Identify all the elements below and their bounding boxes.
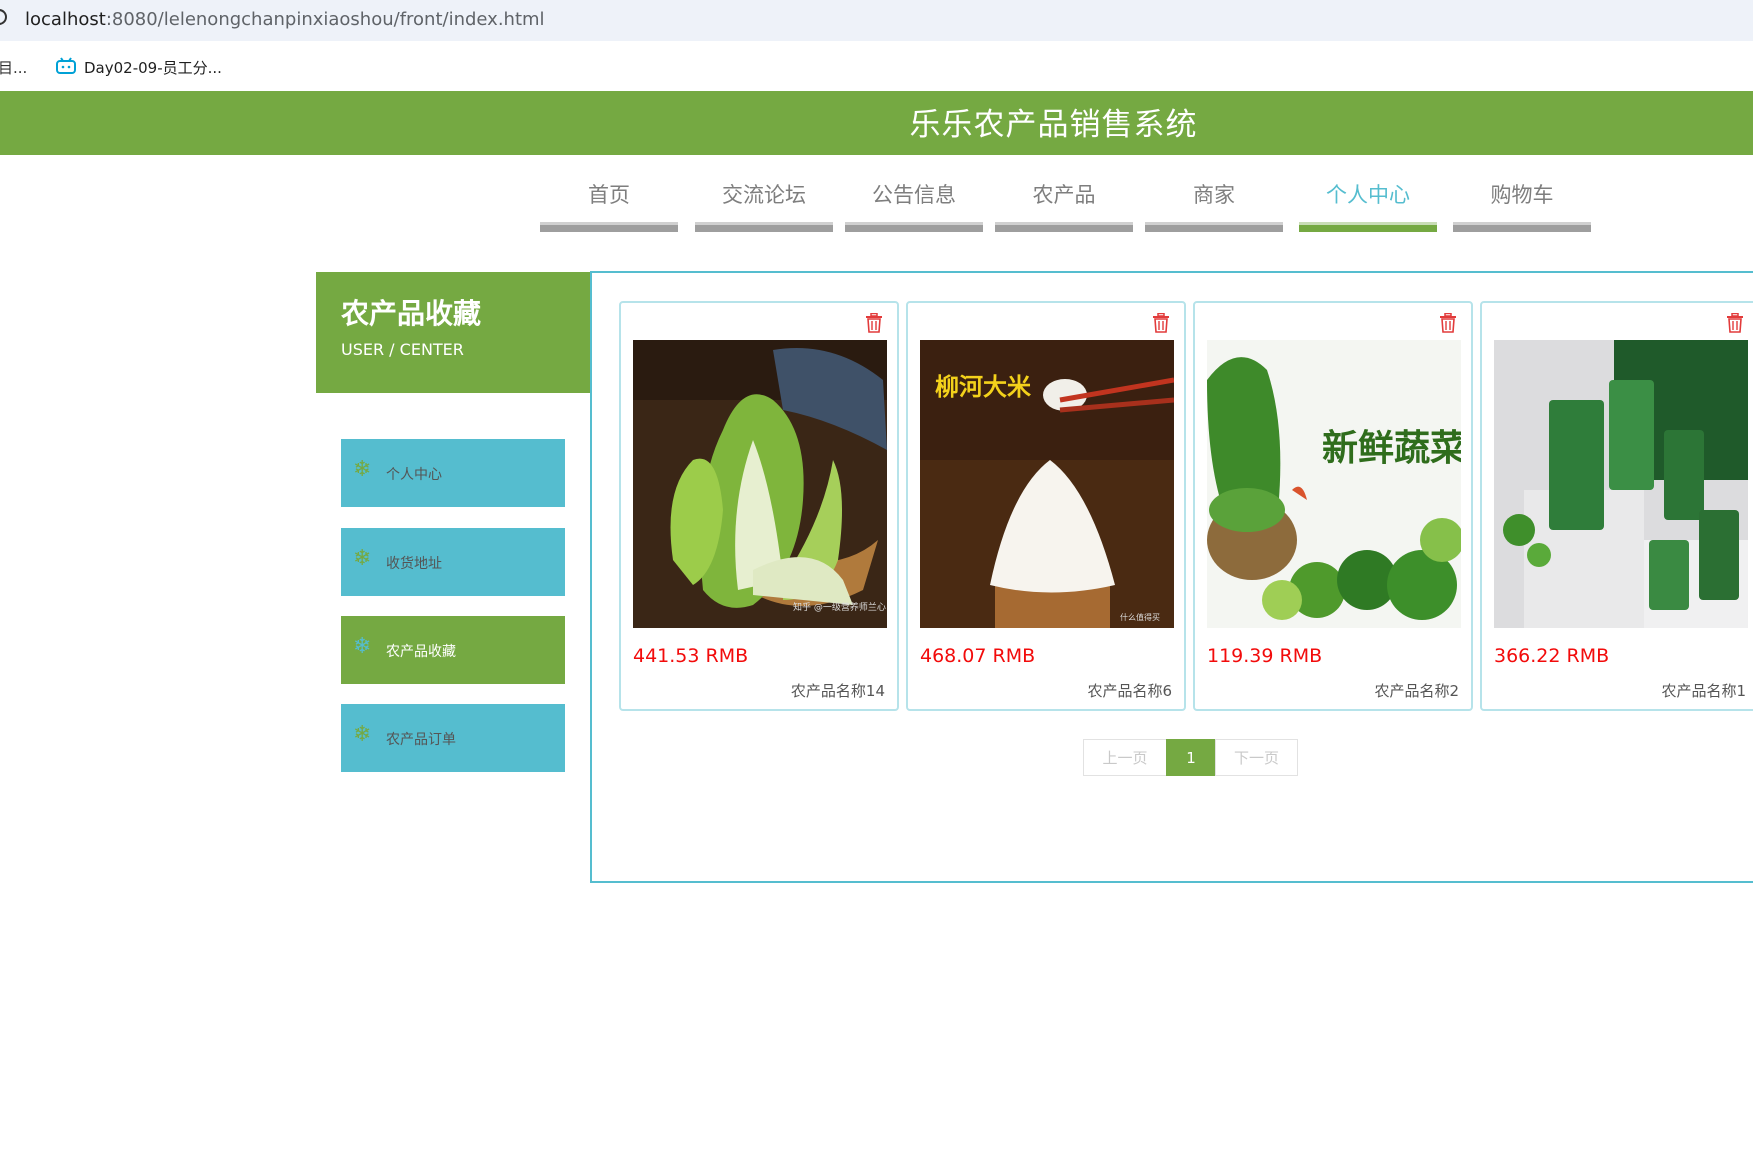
url-host: localhost — [25, 9, 106, 30]
sidebar-item-user-center[interactable]: ❄ 个人中心 — [341, 439, 565, 507]
sidebar-title: 农产品收藏 — [341, 297, 482, 330]
nav-item-forum[interactable]: 交流论坛 — [695, 180, 833, 232]
product-image-rice[interactable]: 柳河大米 什么值得买 — [920, 340, 1174, 628]
image-watermark: 知乎 @一级营养师兰心 — [793, 601, 886, 613]
trash-icon[interactable] — [1152, 313, 1170, 333]
nav-label: 首页 — [588, 183, 630, 207]
nav-underline — [995, 222, 1133, 232]
nav-label: 交流论坛 — [722, 183, 806, 207]
nav-label: 个人中心 — [1326, 183, 1410, 207]
nav-label: 商家 — [1193, 183, 1235, 207]
favorite-card[interactable]: 柳河大米 什么值得买 468.07 RMB 农产品名称6 — [906, 301, 1186, 711]
page-1-button[interactable]: 1 — [1166, 739, 1216, 776]
snowflake-icon: ❄ — [353, 546, 372, 571]
bookmark-item-label[interactable]: Day02-09-员工分... — [84, 57, 222, 78]
sidebar-item-orders[interactable]: ❄ 农产品订单 — [341, 704, 565, 772]
image-watermark: 什么值得买 — [1120, 612, 1160, 622]
sidebar-item-favorites[interactable]: ❄ 农产品收藏 — [341, 616, 565, 684]
trash-icon[interactable] — [1439, 313, 1457, 333]
product-name[interactable]: 农产品名称6 — [1087, 680, 1172, 701]
nav-label: 购物车 — [1490, 183, 1554, 207]
product-image-packaged-greens[interactable] — [1494, 340, 1748, 628]
bookmark-item-truncated[interactable]: 目... — [0, 57, 27, 78]
nav-underline — [1145, 222, 1283, 232]
image-overlay-text: 柳河大米 — [935, 373, 1031, 401]
sidebar-subtitle: USER / CENTER — [341, 340, 464, 359]
url-text[interactable]: localhost:8080/lelenongchanpinxiaoshou/f… — [25, 9, 545, 30]
nav-label: 农产品 — [1032, 183, 1096, 207]
sidebar-item-label: 农产品订单 — [386, 732, 456, 748]
nav-underline — [695, 222, 833, 232]
nav-underline — [1299, 222, 1437, 232]
nav-item-home[interactable]: 首页 — [540, 180, 678, 232]
favorite-card[interactable]: 366.22 RMB 农产品名称1 — [1480, 301, 1753, 711]
url-path: :8080/lelenongchanpinxiaoshou/front/inde… — [105, 9, 545, 30]
snowflake-icon: ❄ — [353, 634, 372, 659]
bookmarks-bar — [0, 41, 1753, 91]
nav-item-user-center[interactable]: 个人中心 — [1299, 180, 1437, 232]
nav-underline — [845, 222, 983, 232]
bilibili-icon — [56, 57, 76, 74]
product-image-cabbage[interactable]: 知乎 @一级营养师兰心 — [633, 340, 887, 628]
product-image-vegetables[interactable]: 新鲜蔬菜 — [1207, 340, 1461, 628]
product-price: 366.22 RMB — [1494, 645, 1610, 667]
product-price: 468.07 RMB — [920, 645, 1036, 667]
prev-page-button[interactable]: 上一页 — [1083, 739, 1167, 776]
nav-item-products[interactable]: 农产品 — [995, 180, 1133, 232]
sidebar-item-label: 农产品收藏 — [386, 644, 456, 660]
nav-label: 公告信息 — [872, 183, 956, 207]
snowflake-icon: ❄ — [353, 722, 372, 747]
product-name[interactable]: 农产品名称14 — [791, 680, 885, 701]
nav-underline — [540, 222, 678, 232]
product-price: 441.53 RMB — [633, 645, 749, 667]
product-name[interactable]: 农产品名称2 — [1374, 680, 1459, 701]
trash-icon[interactable] — [1726, 313, 1744, 333]
image-overlay-text: 新鲜蔬菜 — [1322, 427, 1461, 469]
nav-underline — [1453, 222, 1591, 232]
sidebar-header — [316, 272, 590, 393]
nav-item-announcements[interactable]: 公告信息 — [845, 180, 983, 232]
nav-item-merchants[interactable]: 商家 — [1145, 180, 1283, 232]
site-title: 乐乐农产品销售系统 — [909, 107, 1198, 143]
favorite-card[interactable]: 新鲜蔬菜 119.39 RMB 农产品名称2 — [1193, 301, 1473, 711]
snowflake-icon: ❄ — [353, 457, 372, 482]
nav-item-cart[interactable]: 购物车 — [1453, 180, 1591, 232]
next-page-button[interactable]: 下一页 — [1215, 739, 1298, 776]
trash-icon[interactable] — [865, 313, 883, 333]
product-name[interactable]: 农产品名称1 — [1661, 680, 1746, 701]
sidebar-item-address[interactable]: ❄ 收货地址 — [341, 528, 565, 596]
product-price: 119.39 RMB — [1207, 645, 1323, 667]
favorite-card[interactable]: 知乎 @一级营养师兰心 441.53 RMB 农产品名称14 — [619, 301, 899, 711]
sidebar-item-label: 收货地址 — [386, 556, 442, 572]
sidebar-item-label: 个人中心 — [386, 467, 442, 483]
